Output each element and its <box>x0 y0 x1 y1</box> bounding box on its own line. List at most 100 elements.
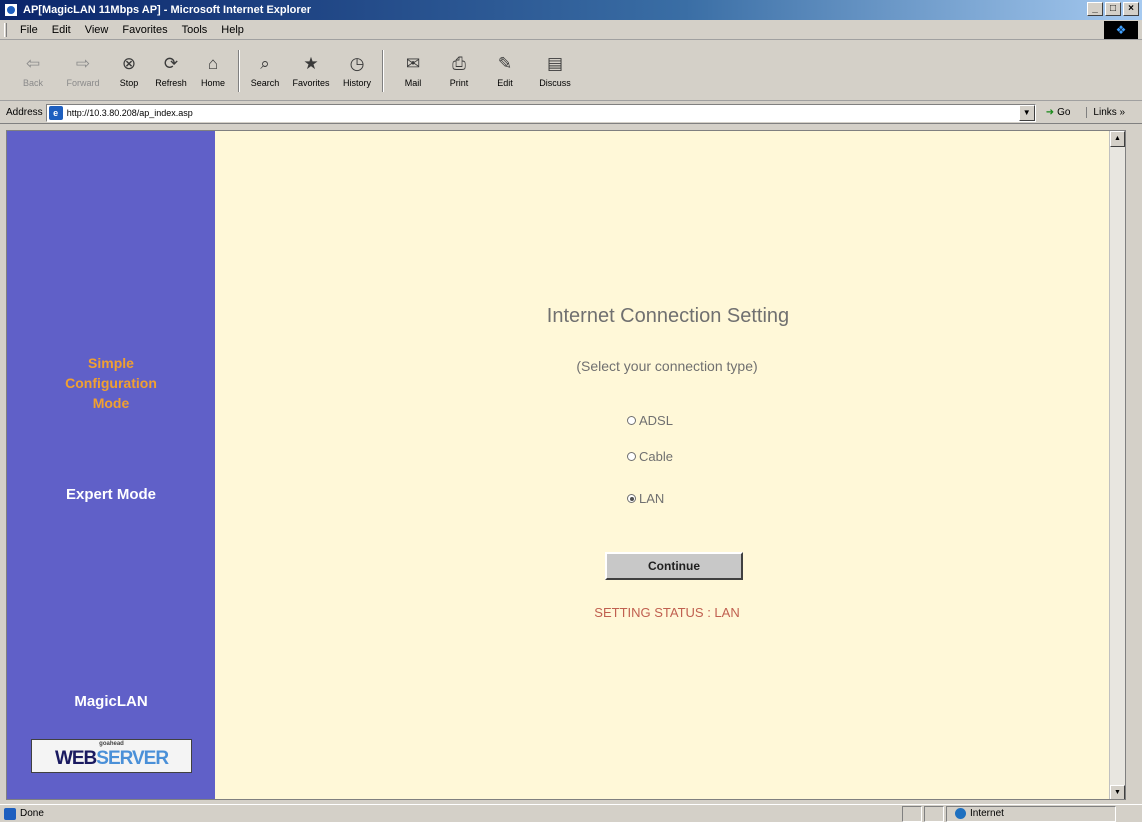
address-bar: Address e http://10.3.80.208/ap_index.as… <box>0 102 1142 124</box>
logo-web-text: WEB <box>54 748 97 769</box>
links-button[interactable]: Links » <box>1086 107 1125 118</box>
close-button[interactable]: × <box>1123 2 1139 16</box>
mail-icon: ✉ <box>405 54 421 73</box>
discuss-icon: ▤ <box>546 54 564 73</box>
menu-grip[interactable] <box>4 22 7 37</box>
history-icon: ◷ <box>349 54 365 73</box>
search-icon: ⌕ <box>260 54 270 73</box>
continue-button[interactable]: Continue <box>605 552 743 580</box>
menu-edit[interactable]: Edit <box>45 24 78 36</box>
vertical-scrollbar[interactable]: ▲ ▼ <box>1109 131 1125 799</box>
left-navigation: Simple Configuration Mode Expert Mode Ma… <box>7 131 215 799</box>
toolbar-separator <box>238 49 240 92</box>
logo-goahead-text: goahead <box>99 741 124 747</box>
go-arrow-icon: ➜ <box>1045 107 1055 118</box>
window-title: AP[MagicLAN 11Mbps AP] - Microsoft Inter… <box>23 4 312 16</box>
back-button[interactable]: ⇦ Back <box>8 45 58 97</box>
stop-icon: ⊗ <box>121 54 137 73</box>
back-label: Back <box>22 78 43 88</box>
page-icon: e <box>48 105 63 120</box>
expert-mode-link[interactable]: Expert Mode <box>7 486 215 503</box>
title-bar: AP[MagicLAN 11Mbps AP] - Microsoft Inter… <box>0 0 1142 20</box>
option-adsl[interactable]: ADSL <box>627 413 673 428</box>
status-text: Done <box>20 808 44 819</box>
done-page-icon <box>4 807 16 820</box>
home-label: Home <box>200 78 225 88</box>
mail-label: Mail <box>404 78 422 88</box>
edit-icon: ✎ <box>497 54 513 73</box>
simple-line-2: Configuration <box>65 375 157 391</box>
favorites-icon: ★ <box>303 54 319 73</box>
discuss-label: Discuss <box>539 78 571 88</box>
option-cable[interactable]: Cable <box>627 449 673 464</box>
stop-label: Stop <box>119 78 139 88</box>
forward-button[interactable]: ⇨ Forward <box>58 45 108 97</box>
main-content: Internet Connection Setting (Select your… <box>215 131 1119 799</box>
menu-tools[interactable]: Tools <box>175 24 215 36</box>
minimize-button[interactable]: _ <box>1087 2 1103 16</box>
magiclan-brand: MagicLAN <box>74 693 148 710</box>
search-label: Search <box>250 78 280 88</box>
history-label: History <box>342 78 371 88</box>
page-subtitle: (Select your connection type) <box>576 358 758 374</box>
setting-status: SETTING STATUS : LAN <box>594 605 740 620</box>
mail-button[interactable]: ✉ Mail <box>388 45 438 97</box>
simple-configuration-mode-link[interactable]: Simple Configuration Mode <box>7 353 215 413</box>
address-dropdown-icon[interactable]: ▼ <box>1018 104 1035 121</box>
history-button[interactable]: ◷ History <box>336 45 378 97</box>
cable-label: Cable <box>639 449 673 464</box>
lan-radio[interactable] <box>627 494 636 503</box>
simple-line-1: Simple <box>88 355 134 371</box>
refresh-button[interactable]: ⟳ Refresh <box>150 45 192 97</box>
refresh-icon: ⟳ <box>163 54 179 73</box>
edit-label: Edit <box>497 78 513 88</box>
stop-button[interactable]: ⊗ Stop <box>108 45 150 97</box>
goahead-webserver-logo: goahead WEB SERVER <box>31 739 192 773</box>
back-arrow-icon: ⇦ <box>25 54 41 73</box>
maximize-button[interactable]: □ <box>1105 2 1121 16</box>
simple-line-3: Mode <box>92 395 130 411</box>
go-button[interactable]: ➜ Go <box>1046 107 1071 118</box>
favorites-label: Favorites <box>292 78 330 88</box>
security-zone: Internet <box>946 805 1116 822</box>
windows-logo-icon: ❖ <box>1104 21 1138 39</box>
adsl-radio[interactable] <box>627 416 636 425</box>
option-lan[interactable]: LAN <box>627 491 664 506</box>
status-panes <box>900 805 944 822</box>
menu-bar: File Edit View Favorites Tools Help ❖ <box>0 20 1142 40</box>
menu-file[interactable]: File <box>13 24 45 36</box>
standard-toolbar: ⇦ Back ⇨ Forward ⊗ Stop ⟳ Refresh ⌂ Home… <box>0 41 1142 101</box>
scroll-up-icon[interactable]: ▲ <box>1110 131 1125 147</box>
print-label: Print <box>449 78 469 88</box>
logo-server-text: SERVER <box>96 748 169 769</box>
status-pane <box>902 805 922 822</box>
address-input[interactable]: e http://10.3.80.208/ap_index.asp ▼ <box>45 103 1036 122</box>
home-button[interactable]: ⌂ Home <box>192 45 234 97</box>
adsl-label: ADSL <box>639 413 673 428</box>
search-button[interactable]: ⌕ Search <box>244 45 286 97</box>
menu-help[interactable]: Help <box>214 24 251 36</box>
edit-button[interactable]: ✎ Edit <box>480 45 530 97</box>
discuss-button[interactable]: ▤ Discuss <box>530 45 580 97</box>
internet-globe-icon <box>955 808 966 819</box>
forward-label: Forward <box>66 78 100 88</box>
ie-icon[interactable] <box>4 3 18 17</box>
address-url[interactable]: http://10.3.80.208/ap_index.asp <box>67 108 193 118</box>
menu-favorites[interactable]: Favorites <box>115 24 174 36</box>
go-label: Go <box>1057 107 1071 118</box>
toolbar-separator <box>382 49 384 92</box>
home-icon: ⌂ <box>207 54 219 73</box>
zone-label: Internet <box>970 808 1004 819</box>
cable-radio[interactable] <box>627 452 636 461</box>
page-title: Internet Connection Setting <box>546 305 790 327</box>
print-button[interactable]: ⎙ Print <box>438 45 480 97</box>
favorites-button[interactable]: ★ Favorites <box>286 45 336 97</box>
page-viewport: Simple Configuration Mode Expert Mode Ma… <box>6 130 1126 800</box>
window-controls: _ □ × <box>1087 2 1139 16</box>
forward-arrow-icon: ⇨ <box>75 54 91 73</box>
lan-label: LAN <box>639 491 665 506</box>
menu-view[interactable]: View <box>78 24 116 36</box>
refresh-label: Refresh <box>155 78 187 88</box>
scroll-down-icon[interactable]: ▼ <box>1110 785 1125 799</box>
print-icon: ⎙ <box>452 54 466 73</box>
